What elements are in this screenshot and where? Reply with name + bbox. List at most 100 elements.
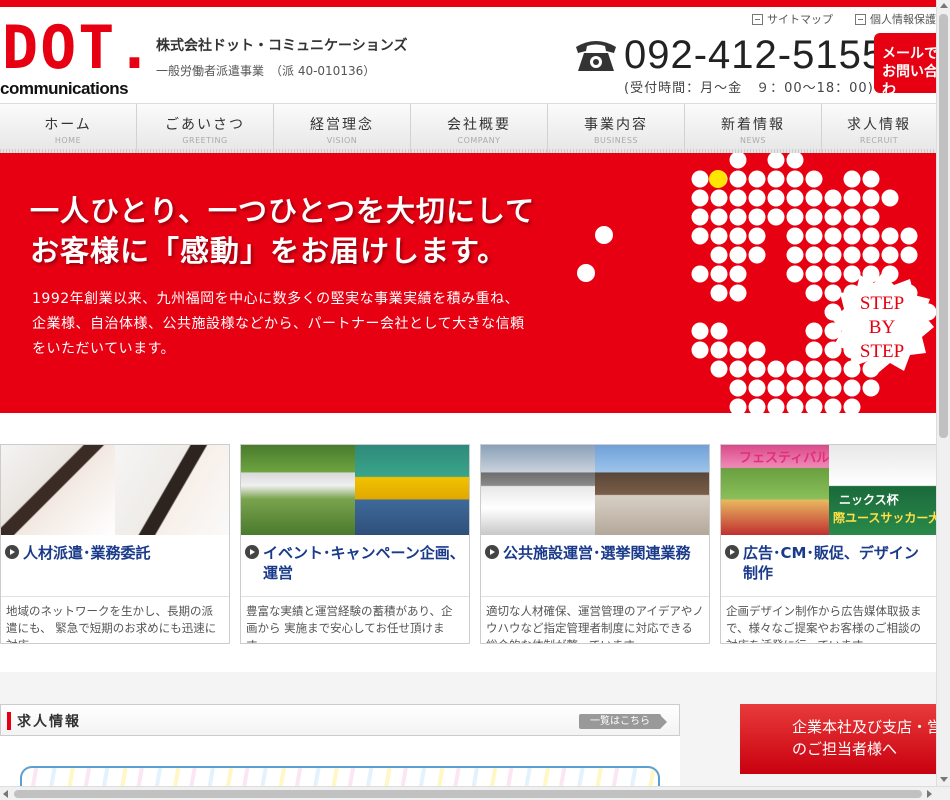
- decor-dot: [805, 246, 823, 264]
- decor-dot: [729, 153, 747, 169]
- service-card-events[interactable]: イベント･キャンペーン企画、運営 豊富な実績と運営経験の蓄積があり、企画から 実…: [240, 444, 470, 644]
- decor-dot: [748, 398, 766, 413]
- decor-dot: [862, 227, 880, 245]
- hero-headline-line1: 一人ひとり、一つひとつを大切にして: [30, 194, 536, 228]
- decor-dot: [805, 341, 823, 359]
- badge-line2: BY: [869, 317, 896, 338]
- decor-dot: [691, 265, 709, 283]
- decor-dot: [748, 208, 766, 226]
- scroll-down-icon[interactable]: [940, 777, 948, 782]
- decor-dot: [862, 189, 880, 207]
- nav-sublabel: HOME: [54, 136, 82, 145]
- scroll-thumb[interactable]: [14, 790, 922, 798]
- nav-recruit[interactable]: 求人情報 RECRUIT: [822, 104, 936, 154]
- decor-dot: [805, 227, 823, 245]
- nav-home[interactable]: ホーム HOME: [0, 104, 137, 154]
- recruit-list-button[interactable]: 一覧はこちら: [579, 714, 667, 729]
- decor-dot: [786, 208, 804, 226]
- decor-dot: [862, 170, 880, 188]
- sitemap-icon: [752, 13, 763, 25]
- service-card-advertising[interactable]: フェスティバル ニックス杯 際ユースサッカー大会2 広告･CM･販促、デザイン制…: [720, 444, 936, 644]
- service-desc: 適切な人材確保、運営管理のアイデアやノウハウなど指定管理者制度に対応できる総合的…: [486, 604, 704, 643]
- service-cards: 人材派遣･業務委託 地域のネットワークを生かし、長期の派遣にも、 緊急で短期のお…: [0, 444, 936, 644]
- service-desc: 豊富な実績と運営経験の蓄積があり、企画から 実施まで安心してお任せ頂けます。: [246, 604, 453, 643]
- decor-dot: [805, 189, 823, 207]
- business-hours: (受付時間：月〜金 ９：00〜18：00): [624, 81, 874, 96]
- horizontal-scrollbar[interactable]: [0, 786, 950, 800]
- scroll-thumb[interactable]: [939, 14, 948, 438]
- scroll-right-icon[interactable]: [927, 790, 932, 798]
- scroll-up-icon[interactable]: [940, 3, 948, 8]
- scroll-left-icon[interactable]: [3, 790, 8, 798]
- decor-dot: [843, 189, 861, 207]
- nav-business[interactable]: 事業内容 BUSINESS: [548, 104, 685, 154]
- vertical-scrollbar[interactable]: [936, 0, 950, 786]
- decor-dot: [767, 398, 785, 413]
- logo-sub: communications: [0, 79, 129, 98]
- company-name: 株式会社ドット・コミュニケーションズ: [156, 38, 408, 54]
- decor-dot: [900, 227, 918, 245]
- decor-dot: [786, 189, 804, 207]
- nav-vision[interactable]: 経営理念 VISION: [274, 104, 411, 154]
- decor-dot: [748, 341, 766, 359]
- decor-dot: [843, 379, 861, 397]
- decor-dot: [729, 208, 747, 226]
- phone-number[interactable]: 092-412-5155: [624, 33, 885, 78]
- decor-dot: [767, 153, 785, 169]
- nav-news[interactable]: 新着情報 NEWS: [685, 104, 822, 154]
- ad-caption-cup: ニックス杯: [839, 493, 899, 507]
- decor-dot: [824, 189, 842, 207]
- badge-line1: STEP: [860, 293, 904, 314]
- nav-sublabel: BUSINESS: [594, 136, 638, 145]
- service-card-staffing[interactable]: 人材派遣･業務委託 地域のネットワークを生かし、長期の派遣にも、 緊急で短期のお…: [0, 444, 230, 644]
- decor-dot: [691, 189, 709, 207]
- decor-dot: [805, 208, 823, 226]
- step-by-step-badge: STEP BY STEP: [832, 273, 934, 373]
- decor-dot: [729, 379, 747, 397]
- nav-label: 新着情報: [721, 117, 785, 133]
- service-title: 広告･CM･販促、デザイン制作: [721, 535, 936, 597]
- decor-dot: [900, 246, 918, 264]
- service-title-text: 公共施設運営･選挙関連業務: [503, 544, 691, 562]
- decor-dot: [786, 227, 804, 245]
- decor-dot: [805, 398, 823, 413]
- decor-dot: [843, 398, 861, 413]
- decor-dot: [805, 322, 823, 340]
- sitemap-link[interactable]: サイトマップ: [752, 11, 833, 27]
- decor-dot: [805, 360, 823, 378]
- decor-dot: [786, 246, 804, 264]
- service-title-text: イベント･キャンペーン企画、運営: [263, 544, 465, 582]
- mail-button-line2: お問い合わ: [882, 64, 938, 98]
- corporate-contact-banner[interactable]: 企業本社及び支店・営業所 のご担当者様へ: [740, 704, 950, 774]
- decor-dot: [729, 398, 747, 413]
- hero-headline: 一人ひとり、一つひとつを大切にして お客様に「感動」をお届けします。: [30, 191, 535, 271]
- logo[interactable]: DOT. communications: [0, 17, 155, 101]
- service-card-facilities[interactable]: 公共施設運営･選挙関連業務 適切な人材確保、運営管理のアイデアやノウハウなど指定…: [480, 444, 710, 644]
- nav-sublabel: RECRUIT: [859, 136, 899, 145]
- logo-main: DOT.: [2, 13, 155, 83]
- service-title: 人材派遣･業務委託: [1, 535, 229, 597]
- mail-contact-button[interactable]: メールで お問い合わ: [874, 33, 944, 98]
- decor-dot: [824, 398, 842, 413]
- decor-dot: [786, 170, 804, 188]
- nav-company[interactable]: 会社概要 COMPANY: [411, 104, 548, 154]
- accent-dot: [709, 170, 727, 188]
- decor-dot: [881, 246, 899, 264]
- hero-headline-line2: お客様に「感動」をお届けします。: [30, 234, 508, 268]
- decor-dot: [843, 208, 861, 226]
- service-title: 公共施設運営･選挙関連業務: [481, 535, 709, 597]
- decor-dot: [710, 246, 728, 264]
- decor-dot: [691, 227, 709, 245]
- nav-sublabel: VISION: [326, 136, 358, 145]
- service-image-events: [241, 445, 469, 535]
- nav-greeting[interactable]: ごあいさつ GREETING: [137, 104, 274, 154]
- decor-dot: [691, 341, 709, 359]
- decor-dot: [824, 246, 842, 264]
- decor-dot: [691, 322, 709, 340]
- sitemap-label: サイトマップ: [767, 13, 833, 26]
- service-desc: 地域のネットワークを生かし、長期の派遣にも、 緊急で短期のお求めにも迅速に対応。: [6, 604, 217, 643]
- decor-dot: [843, 170, 861, 188]
- privacy-link[interactable]: 個人情報保護: [855, 11, 936, 27]
- arrow-circle-icon: [5, 545, 19, 559]
- decor-dot: [786, 379, 804, 397]
